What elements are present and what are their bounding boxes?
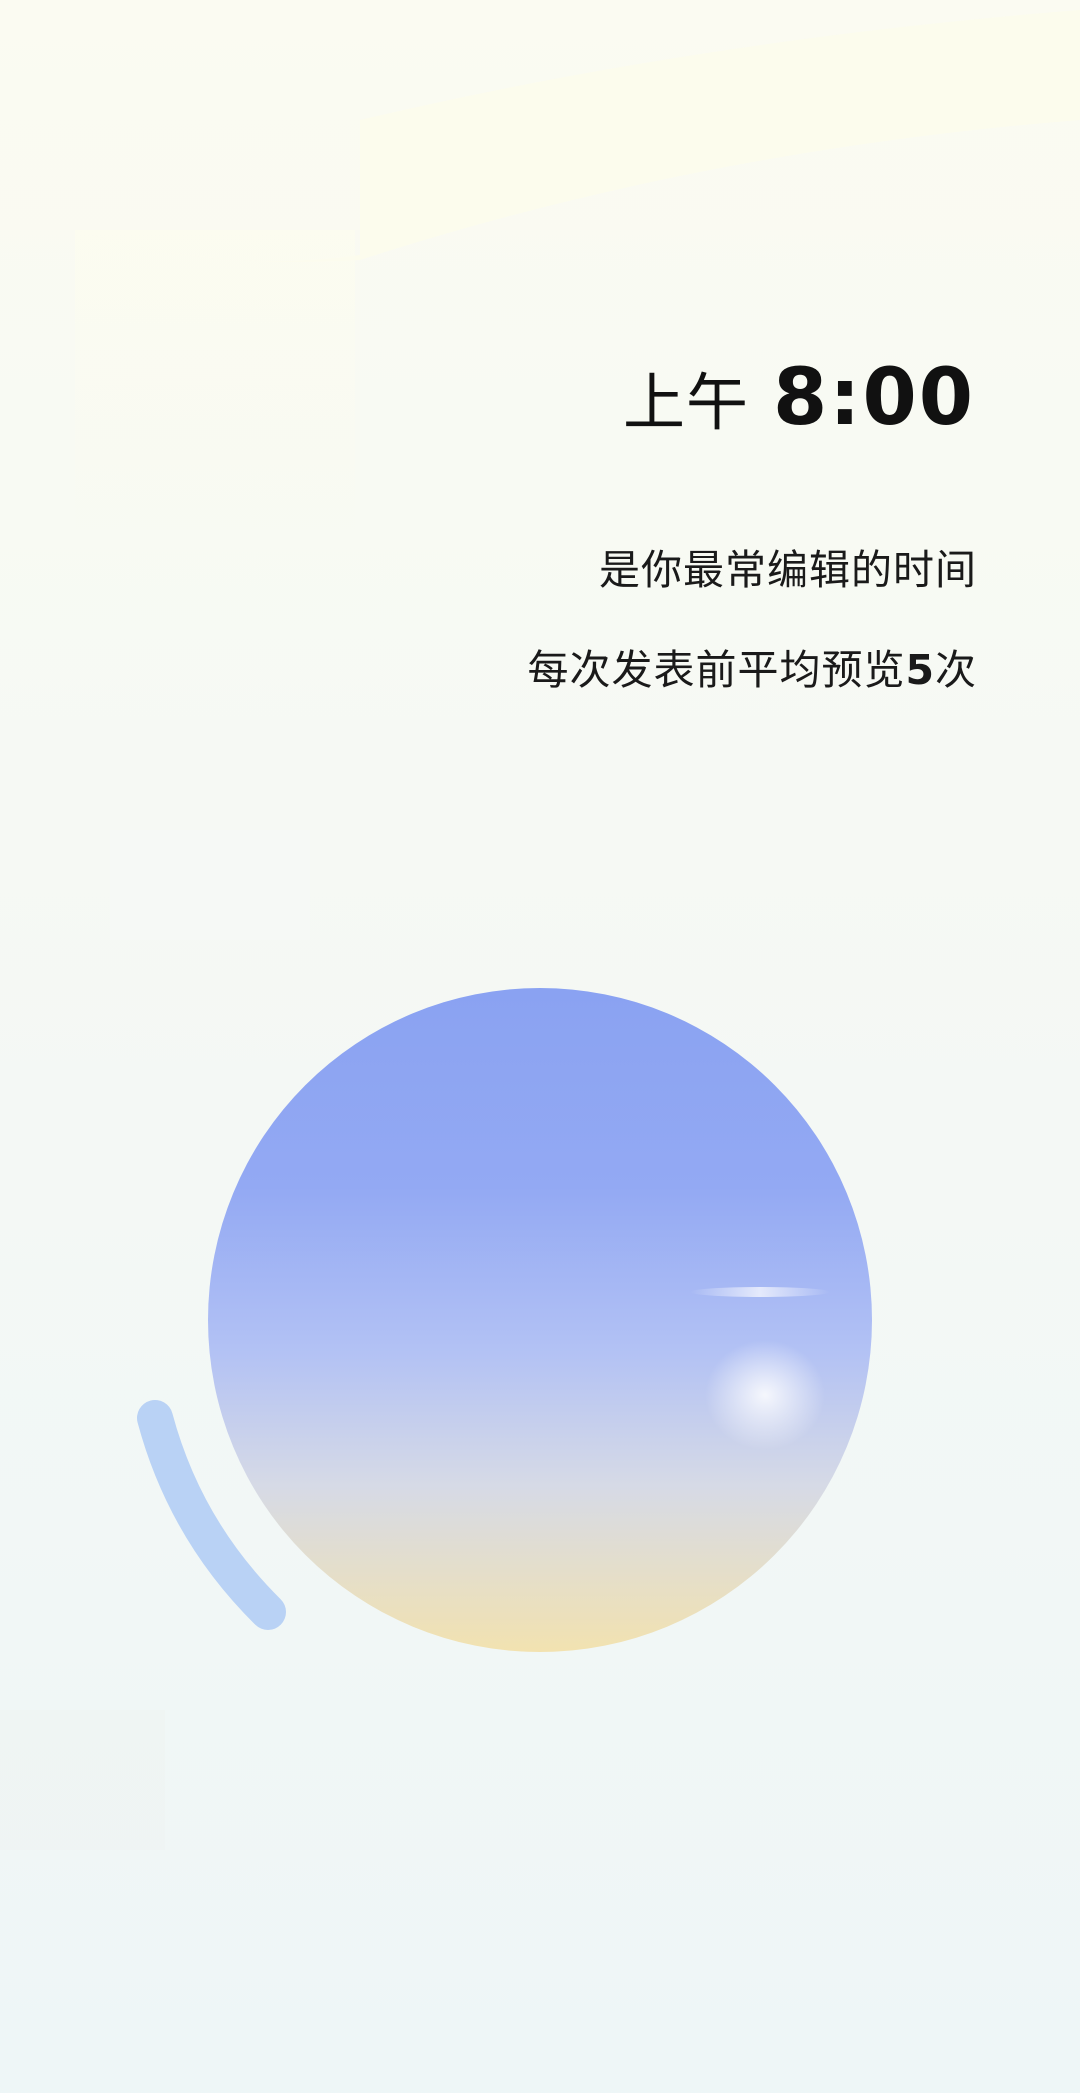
orb-glow xyxy=(705,1340,825,1450)
gradient-orb-illustration xyxy=(137,988,872,1652)
orb-streak xyxy=(690,1287,830,1297)
orb xyxy=(208,988,872,1652)
